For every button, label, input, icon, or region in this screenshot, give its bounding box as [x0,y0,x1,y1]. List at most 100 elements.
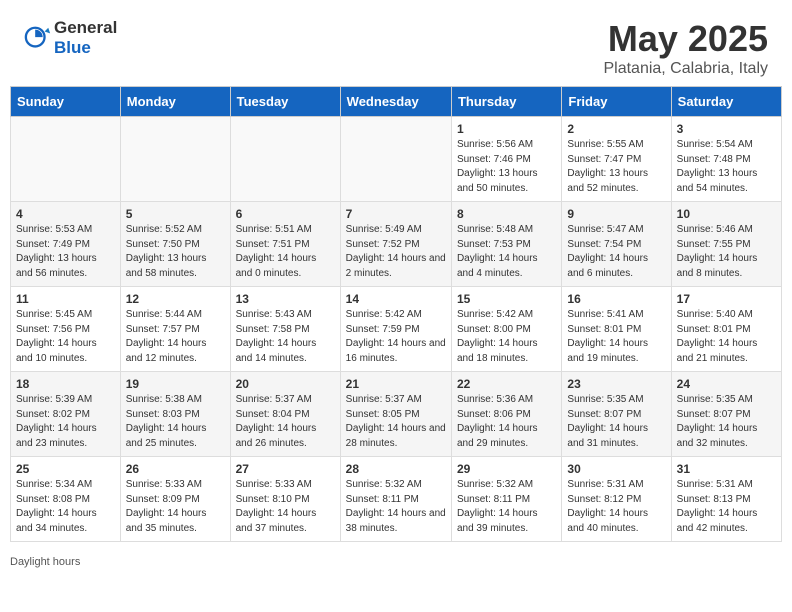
logo-icon [24,24,52,52]
day-number: 25 [16,462,115,476]
day-info: Sunrise: 5:44 AMSunset: 7:57 PMDaylight:… [126,308,225,366]
day-cell: 13 Sunrise: 5:43 AMSunset: 7:58 PMDayligh… [230,287,340,372]
day-number: 22 [457,377,556,391]
day-cell: 15 Sunrise: 5:42 AMSunset: 8:00 PMDayligh… [451,287,561,372]
day-number: 6 [236,207,335,221]
day-cell: 18 Sunrise: 5:39 AMSunset: 8:02 PMDayligh… [11,372,121,457]
day-info: Sunrise: 5:34 AMSunset: 8:08 PMDaylight:… [16,478,115,536]
footer-label: Daylight hours [10,556,80,568]
week-row-3: 11Sunrise: 5:45 AMSunset: 7:56 PMDayligh… [11,287,782,372]
day-info: Sunrise: 5:51 AMSunset: 7:51 PMDaylight:… [236,223,335,281]
day-info: Sunrise: 5:36 AMSunset: 8:06 PMDaylight:… [457,393,556,451]
week-row-1: 1 Sunrise: 5:56 AMSunset: 7:46 PMDaylight… [11,117,782,202]
calendar-wrapper: SundayMondayTuesdayWednesdayThursdayFrid… [0,86,792,552]
day-info: Sunrise: 5:49 AMSunset: 7:52 PMDaylight:… [346,223,446,281]
day-info: Sunrise: 5:39 AMSunset: 8:02 PMDaylight:… [16,393,115,451]
day-info: Sunrise: 5:38 AMSunset: 8:03 PMDaylight:… [126,393,225,451]
day-number: 12 [126,292,225,306]
day-info: Sunrise: 5:37 AMSunset: 8:04 PMDaylight:… [236,393,335,451]
day-info: Sunrise: 5:35 AMSunset: 8:07 PMDaylight:… [567,393,665,451]
day-cell: 14 Sunrise: 5:42 AMSunset: 7:59 PMDayligh… [340,287,451,372]
day-info: Sunrise: 5:37 AMSunset: 8:05 PMDaylight:… [346,393,446,451]
day-cell: 22 Sunrise: 5:36 AMSunset: 8:06 PMDayligh… [451,372,561,457]
day-info: Sunrise: 5:47 AMSunset: 7:54 PMDaylight:… [567,223,665,281]
day-info: Sunrise: 5:35 AMSunset: 8:07 PMDaylight:… [677,393,776,451]
day-number: 26 [126,462,225,476]
day-cell: 11Sunrise: 5:45 AMSunset: 7:56 PMDayligh… [11,287,121,372]
day-number: 14 [346,292,446,306]
day-info: Sunrise: 5:33 AMSunset: 8:09 PMDaylight:… [126,478,225,536]
day-number: 5 [126,207,225,221]
day-number: 15 [457,292,556,306]
day-cell: 9 Sunrise: 5:47 AMSunset: 7:54 PMDaylight… [562,202,671,287]
day-number: 19 [126,377,225,391]
day-info: Sunrise: 5:42 AMSunset: 7:59 PMDaylight:… [346,308,446,366]
day-cell: 4 Sunrise: 5:53 AMSunset: 7:49 PMDaylight… [11,202,121,287]
weekday-header-monday: Monday [120,87,230,117]
day-cell: 5Sunrise: 5:52 AMSunset: 7:50 PMDaylight… [120,202,230,287]
day-info: Sunrise: 5:55 AMSunset: 7:47 PMDaylight:… [567,138,665,196]
week-row-4: 18 Sunrise: 5:39 AMSunset: 8:02 PMDayligh… [11,372,782,457]
header: General Blue May 2025 Platania, Calabria… [0,0,792,86]
day-cell: 19 Sunrise: 5:38 AMSunset: 8:03 PMDayligh… [120,372,230,457]
day-number: 27 [236,462,335,476]
day-cell: 25 Sunrise: 5:34 AMSunset: 8:08 PMDayligh… [11,457,121,542]
day-number: 20 [236,377,335,391]
day-cell: 27 Sunrise: 5:33 AMSunset: 8:10 PMDayligh… [230,457,340,542]
day-number: 21 [346,377,446,391]
weekday-header-tuesday: Tuesday [230,87,340,117]
day-number: 7 [346,207,446,221]
day-number: 13 [236,292,335,306]
day-info: Sunrise: 5:40 AMSunset: 8:01 PMDaylight:… [677,308,776,366]
day-cell: 28 Sunrise: 5:32 AMSunset: 8:11 PMDayligh… [340,457,451,542]
day-info: Sunrise: 5:54 AMSunset: 7:48 PMDaylight:… [677,138,776,196]
day-number: 9 [567,207,665,221]
day-info: Sunrise: 5:42 AMSunset: 8:00 PMDaylight:… [457,308,556,366]
day-cell: 6 Sunrise: 5:51 AMSunset: 7:51 PMDaylight… [230,202,340,287]
day-cell: 29 Sunrise: 5:32 AMSunset: 8:11 PMDayligh… [451,457,561,542]
day-cell: 1 Sunrise: 5:56 AMSunset: 7:46 PMDaylight… [451,117,561,202]
day-number: 3 [677,122,776,136]
day-cell: 20 Sunrise: 5:37 AMSunset: 8:04 PMDayligh… [230,372,340,457]
day-info: Sunrise: 5:48 AMSunset: 7:53 PMDaylight:… [457,223,556,281]
weekday-header-saturday: Saturday [671,87,781,117]
day-cell [230,117,340,202]
month-title: May 2025 [603,18,768,60]
day-number: 28 [346,462,446,476]
day-number: 4 [16,207,115,221]
day-cell: 31 Sunrise: 5:31 AMSunset: 8:13 PMDayligh… [671,457,781,542]
weekday-header-sunday: Sunday [11,87,121,117]
day-number: 1 [457,122,556,136]
day-info: Sunrise: 5:32 AMSunset: 8:11 PMDaylight:… [346,478,446,536]
day-number: 10 [677,207,776,221]
day-info: Sunrise: 5:43 AMSunset: 7:58 PMDaylight:… [236,308,335,366]
logo: General Blue [24,18,117,58]
day-number: 31 [677,462,776,476]
day-info: Sunrise: 5:56 AMSunset: 7:46 PMDaylight:… [457,138,556,196]
day-number: 17 [677,292,776,306]
day-info: Sunrise: 5:31 AMSunset: 8:13 PMDaylight:… [677,478,776,536]
week-row-2: 4 Sunrise: 5:53 AMSunset: 7:49 PMDaylight… [11,202,782,287]
day-cell: 7 Sunrise: 5:49 AMSunset: 7:52 PMDaylight… [340,202,451,287]
day-number: 18 [16,377,115,391]
logo-blue: Blue [54,38,91,57]
day-cell [11,117,121,202]
day-number: 29 [457,462,556,476]
day-info: Sunrise: 5:53 AMSunset: 7:49 PMDaylight:… [16,223,115,281]
day-info: Sunrise: 5:46 AMSunset: 7:55 PMDaylight:… [677,223,776,281]
day-number: 2 [567,122,665,136]
day-info: Sunrise: 5:32 AMSunset: 8:11 PMDaylight:… [457,478,556,536]
day-number: 16 [567,292,665,306]
location-title: Platania, Calabria, Italy [603,60,768,78]
day-info: Sunrise: 5:45 AMSunset: 7:56 PMDaylight:… [16,308,115,366]
day-info: Sunrise: 5:33 AMSunset: 8:10 PMDaylight:… [236,478,335,536]
day-cell: 2 Sunrise: 5:55 AMSunset: 7:47 PMDaylight… [562,117,671,202]
day-cell: 10 Sunrise: 5:46 AMSunset: 7:55 PMDayligh… [671,202,781,287]
day-number: 23 [567,377,665,391]
weekday-header-thursday: Thursday [451,87,561,117]
weekday-header-wednesday: Wednesday [340,87,451,117]
day-cell: 26 Sunrise: 5:33 AMSunset: 8:09 PMDayligh… [120,457,230,542]
weekday-header-row: SundayMondayTuesdayWednesdayThursdayFrid… [11,87,782,117]
footer: Daylight hours [0,552,792,574]
day-cell: 17 Sunrise: 5:40 AMSunset: 8:01 PMDayligh… [671,287,781,372]
